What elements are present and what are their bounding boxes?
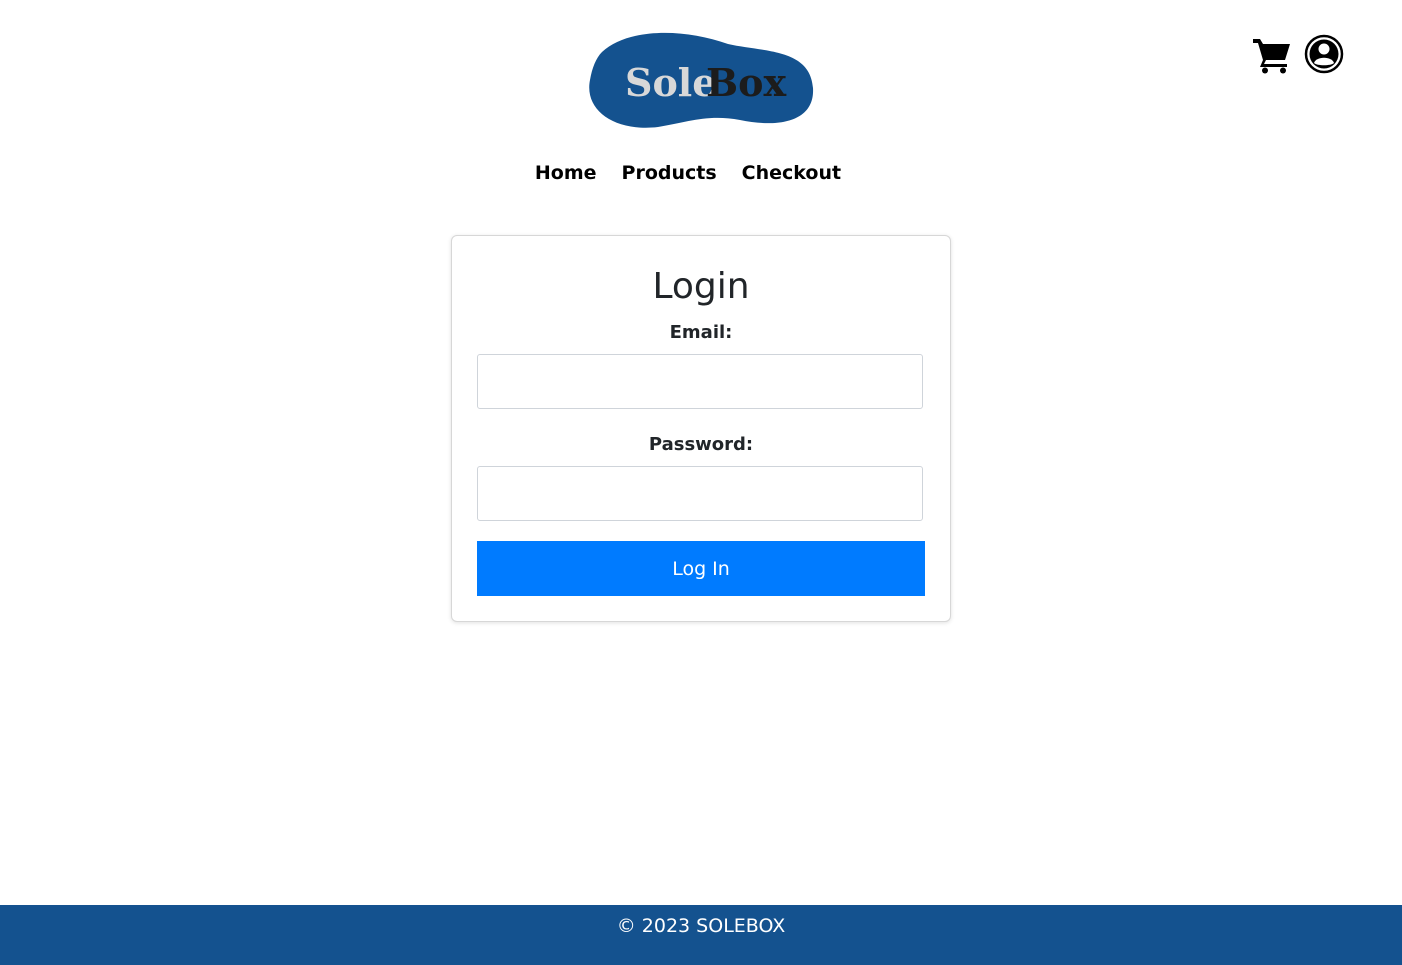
logo-graphic: Sole Box (589, 32, 814, 128)
password-label: Password: (648, 434, 754, 455)
email-field[interactable] (477, 354, 923, 409)
page: Sole Box Home Products Checkout Login Em… (0, 0, 1402, 965)
solebox-logo[interactable]: Sole Box (588, 30, 814, 128)
nav-link-home[interactable]: Home (535, 162, 597, 184)
cart-icon[interactable] (1252, 34, 1292, 79)
footer-copyright: © 2023 SOLEBOX (616, 915, 786, 937)
logo-text-box: Box (706, 60, 786, 105)
nav-link-products[interactable]: Products (622, 162, 717, 184)
login-card: Login Email: Password: Log In (451, 235, 951, 622)
login-title: Login (652, 266, 750, 307)
main-nav: Home Products Checkout (0, 162, 1376, 184)
header-icons (1252, 34, 1344, 79)
email-label: Email: (669, 322, 733, 343)
user-account-icon[interactable] (1304, 34, 1344, 79)
nav-link-checkout[interactable]: Checkout (742, 162, 841, 184)
login-button[interactable]: Log In (477, 541, 925, 596)
footer: © 2023 SOLEBOX (0, 905, 1402, 965)
password-field[interactable] (477, 466, 923, 521)
logo-text-sole: Sole (625, 60, 716, 105)
